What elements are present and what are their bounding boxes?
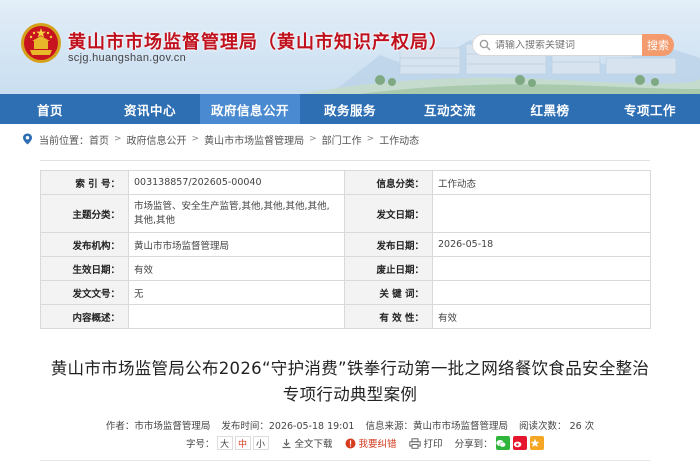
main-nav: 首页 资讯中心 政府信息公开 政务服务 互动交流 红黑榜 专项工作 <box>0 94 700 124</box>
search-button[interactable]: 搜索 <box>642 34 674 56</box>
issuer-value: 黄山市市场监督管理局 <box>128 232 345 257</box>
validity-label: 有 效 性： <box>344 304 433 329</box>
download-icon <box>282 438 291 448</box>
article-title-line: 专项行动典型案例 <box>282 385 418 404</box>
print-label: 打印 <box>423 439 443 450</box>
error-report-button[interactable]: 我要纠错 <box>345 436 397 450</box>
breadcrumb-link[interactable]: 工作动态 <box>379 132 419 147</box>
table-row: 发布机构： 黄山市市场监督管理局 发布日期： 2026-05-18 <box>40 232 651 257</box>
topic-category-value: 市场监管、安全生产监管,其他,其他,其他,其他,其他,其他 <box>128 194 345 233</box>
download-label: 全文下载 <box>294 439 333 450</box>
chevron-right-icon: > <box>191 134 200 144</box>
publish-date-label: 发布日期： <box>344 232 433 257</box>
index-number-value: 003138857/202605-00040 <box>128 170 345 195</box>
topic-category-label: 主题分类： <box>40 194 129 233</box>
article-publish-time: 发布时间：2026-05-18 19:01 <box>221 421 355 432</box>
nav-item-gov-info[interactable]: 政府信息公开 <box>200 94 300 124</box>
breadcrumb-link[interactable]: 黄山市市场监督管理局 <box>204 132 304 147</box>
doc-date-value <box>432 194 651 233</box>
effective-date-value: 有效 <box>128 256 345 281</box>
divider <box>40 160 650 161</box>
national-emblem-icon <box>21 23 61 63</box>
info-category-label: 信息分类： <box>344 170 433 195</box>
search-icon <box>479 39 491 51</box>
chevron-right-icon: > <box>309 134 317 144</box>
table-row: 内容概述： 有 效 性： 有效 <box>40 304 651 329</box>
font-medium-button[interactable]: 中 <box>234 436 251 450</box>
article-views: 阅读次数： 26 次 <box>519 421 595 432</box>
site-title[interactable]: 黄山市市场监督管理局（黄山市知识产权局） <box>68 28 448 54</box>
doc-number-value: 无 <box>128 280 345 305</box>
article-title: 黄山市市场监管局公布2026“守护消费”铁拳行动第一批之网络餐饮食品安全整治 专… <box>30 356 670 408</box>
nav-item-home[interactable]: 首页 <box>0 94 100 124</box>
index-number-label: 索 引 号： <box>40 170 129 195</box>
breadcrumb-prefix: 当前位置： <box>39 135 89 147</box>
breadcrumb-link[interactable]: 部门工作 <box>322 132 362 147</box>
article-toolbar: 字号： 大 中 小 全文下载 我要纠错 打印 分享到： <box>186 434 544 452</box>
site-domain: scjg.huangshan.gov.cn <box>68 52 187 64</box>
article-author: 作者：市市场监督管理局 <box>105 421 211 432</box>
chevron-right-icon: > <box>114 134 122 144</box>
abolish-date-label: 废止日期： <box>344 256 433 281</box>
warning-icon <box>345 438 356 448</box>
validity-value: 有效 <box>432 304 651 329</box>
breadcrumb: 当前位置： 首页 > 政府信息公开 > 黄山市市场监督管理局 > 部门工作 > … <box>22 130 419 148</box>
effective-date-label: 生效日期： <box>40 256 129 281</box>
table-row: 生效日期： 有效 废止日期： <box>40 256 651 281</box>
nav-item-news[interactable]: 资讯中心 <box>100 94 200 124</box>
weibo-share-icon[interactable] <box>512 436 527 450</box>
nav-item-special-work[interactable]: 专项工作 <box>600 94 700 124</box>
document-info-table: 索 引 号： 003138857/202605-00040 信息分类： 工作动态… <box>40 170 651 329</box>
issuer-label: 发布机构： <box>40 232 129 257</box>
summary-label: 内容概述： <box>40 304 129 329</box>
error-report-label: 我要纠错 <box>358 439 397 450</box>
font-small-button[interactable]: 小 <box>252 436 269 450</box>
printer-icon <box>408 437 421 449</box>
share-label: 分享到： <box>454 439 493 450</box>
font-size-label: 字号： <box>186 439 215 450</box>
table-row: 发文文号： 无 关 键 词： <box>40 280 651 305</box>
chevron-right-icon: > <box>366 134 375 144</box>
article-source: 信息来源：黄山市市场监督管理局 <box>365 421 509 432</box>
font-large-button[interactable]: 大 <box>216 436 233 450</box>
nav-item-services[interactable]: 政务服务 <box>300 94 400 124</box>
article-meta: 作者：市市场监督管理局 发布时间：2026-05-18 19:01 信息来源：黄… <box>0 418 700 432</box>
breadcrumb-link[interactable]: 首页 <box>89 132 109 147</box>
print-button[interactable]: 打印 <box>408 436 443 450</box>
download-button[interactable]: 全文下载 <box>281 436 333 450</box>
info-category-value: 工作动态 <box>432 170 651 195</box>
table-row: 主题分类： 市场监管、安全生产监管,其他,其他,其他,其他,其他,其他 发文日期… <box>40 194 651 233</box>
search-box <box>472 34 642 56</box>
abolish-date-value <box>432 256 651 281</box>
table-row: 索 引 号： 003138857/202605-00040 信息分类： 工作动态 <box>40 170 651 195</box>
search-input[interactable] <box>495 39 635 51</box>
nav-item-red-black-list[interactable]: 红黑榜 <box>500 94 600 124</box>
nav-item-interaction[interactable]: 互动交流 <box>400 94 500 124</box>
location-pin-icon <box>23 133 32 145</box>
doc-date-label: 发文日期： <box>344 194 433 233</box>
keywords-value <box>432 280 651 305</box>
divider <box>40 460 650 461</box>
breadcrumb-link[interactable]: 政府信息公开 <box>127 132 187 147</box>
article-title-line: 黄山市市场监管局公布2026“守护消费”铁拳行动第一批之网络餐饮食品安全整治 <box>50 359 650 378</box>
share-bar: 分享到： <box>455 436 544 450</box>
publish-date-value: 2026-05-18 <box>432 232 651 257</box>
header-banner: 黄山市市场监督管理局（黄山市知识产权局） scjg.huangshan.gov.… <box>0 0 700 94</box>
keywords-label: 关 键 词： <box>344 280 433 305</box>
qzone-share-icon[interactable] <box>529 436 544 450</box>
wechat-share-icon[interactable] <box>495 436 510 450</box>
summary-value <box>128 304 345 329</box>
doc-number-label: 发文文号： <box>40 280 129 305</box>
